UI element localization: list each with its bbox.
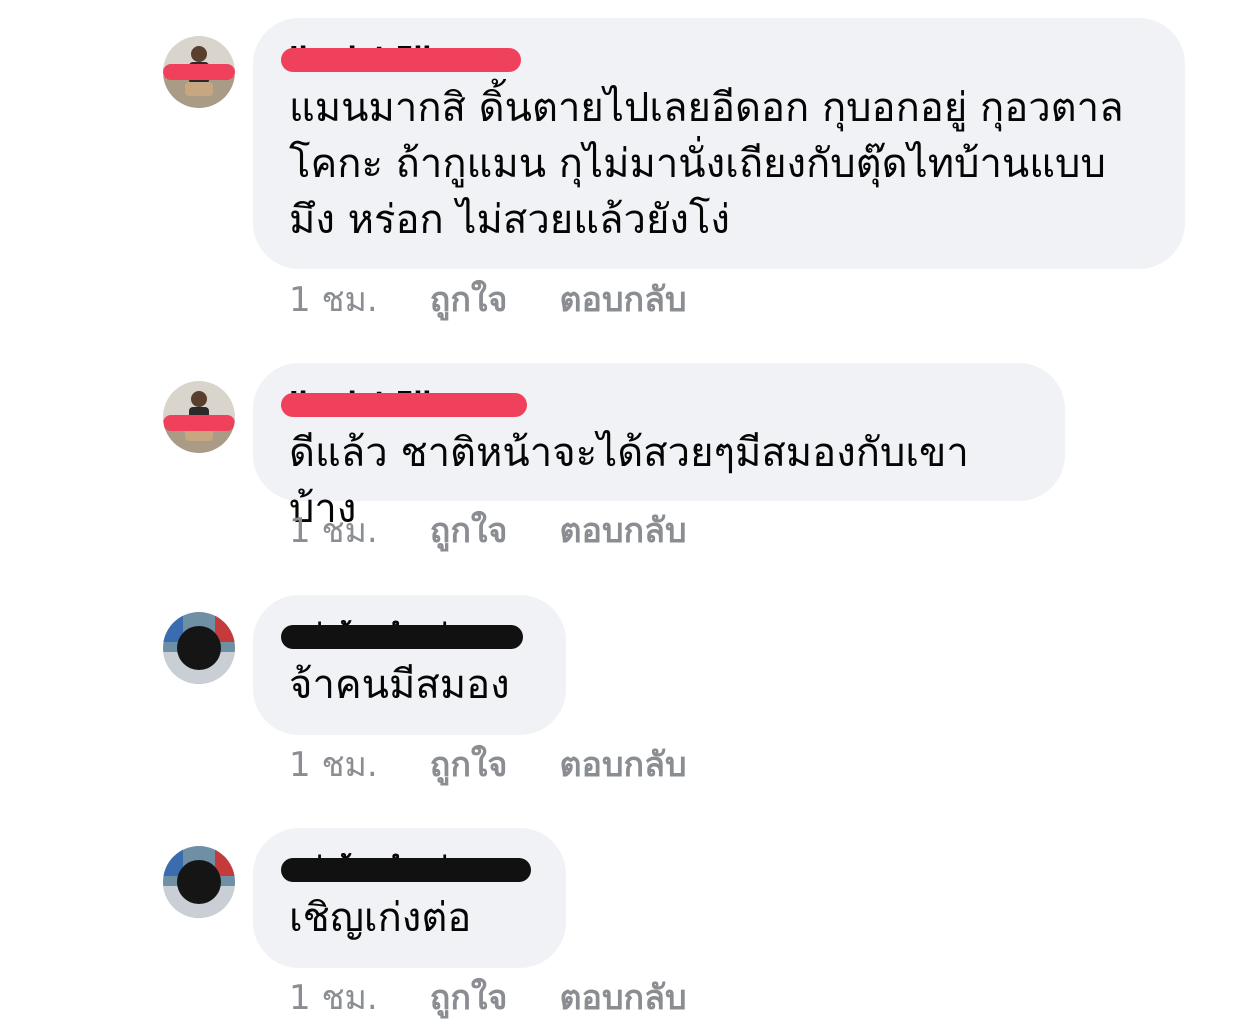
avatar[interactable]: [163, 612, 235, 684]
reply-link[interactable]: ตอบกลับ: [559, 978, 686, 1018]
reply-link[interactable]: ตอบกลับ: [559, 511, 686, 551]
like-link[interactable]: ถูกใจ: [430, 745, 508, 785]
reply-link[interactable]: ตอบกลับ: [559, 280, 686, 320]
comment-bubble: Jiradet Film ดีแล้ว ชาติหน้าจะได้สวยๆมีส…: [253, 363, 1065, 532]
comment-bubble: แต่งบ้านจำหน่าย เชิญเก่งต่อ: [253, 828, 566, 968]
comment-author[interactable]: Jiradet Film: [281, 385, 1029, 417]
user-photo-icon: [163, 381, 235, 453]
like-link[interactable]: ถูกใจ: [430, 280, 508, 320]
redaction-bar: [281, 625, 523, 649]
comment-bubble: แต่งบ้านจำหน่าย จ้าคนมีสมอง: [253, 595, 566, 735]
like-link[interactable]: ถูกใจ: [430, 978, 508, 1018]
redaction-bar: [281, 48, 521, 72]
comment-author[interactable]: แต่งบ้านจำหน่าย: [281, 617, 530, 649]
user-photo-icon: [163, 36, 235, 108]
comment-actions: 1 ชม. ถูกใจ ตอบกลับ: [289, 978, 687, 1018]
comment-bubble: Jiradet Film แมนมากสิ ดิ้นตายไปเลยอีดอก …: [253, 18, 1185, 269]
comment-timestamp: 1 ชม.: [289, 745, 378, 785]
comment-timestamp: 1 ชม.: [289, 280, 378, 320]
comment-actions: 1 ชม. ถูกใจ ตอบกลับ: [289, 280, 687, 320]
reply-link[interactable]: ตอบกลับ: [559, 745, 686, 785]
comment-timestamp: 1 ชม.: [289, 978, 378, 1018]
avatar[interactable]: [163, 846, 235, 918]
comment-actions: 1 ชม. ถูกใจ ตอบกลับ: [289, 745, 687, 785]
comment-text: จ้าคนมีสมอง: [289, 662, 510, 708]
like-link[interactable]: ถูกใจ: [430, 511, 508, 551]
comment-author[interactable]: แต่งบ้านจำหน่าย: [281, 850, 531, 882]
user-photo-icon: [163, 612, 235, 684]
redaction-bar: [281, 393, 527, 417]
avatar[interactable]: [163, 381, 235, 453]
comment-timestamp: 1 ชม.: [289, 511, 378, 551]
comment-actions: 1 ชม. ถูกใจ ตอบกลับ: [289, 511, 687, 551]
comment-text: แมนมากสิ ดิ้นตายไปเลยอีดอก กุบอกอยู่ กุอ…: [289, 85, 1124, 243]
avatar[interactable]: [163, 36, 235, 108]
comment-text: เชิญเก่งต่อ: [289, 895, 472, 941]
comment-author[interactable]: Jiradet Film: [281, 40, 1149, 72]
redaction-bar: [281, 858, 531, 882]
user-photo-icon: [163, 846, 235, 918]
